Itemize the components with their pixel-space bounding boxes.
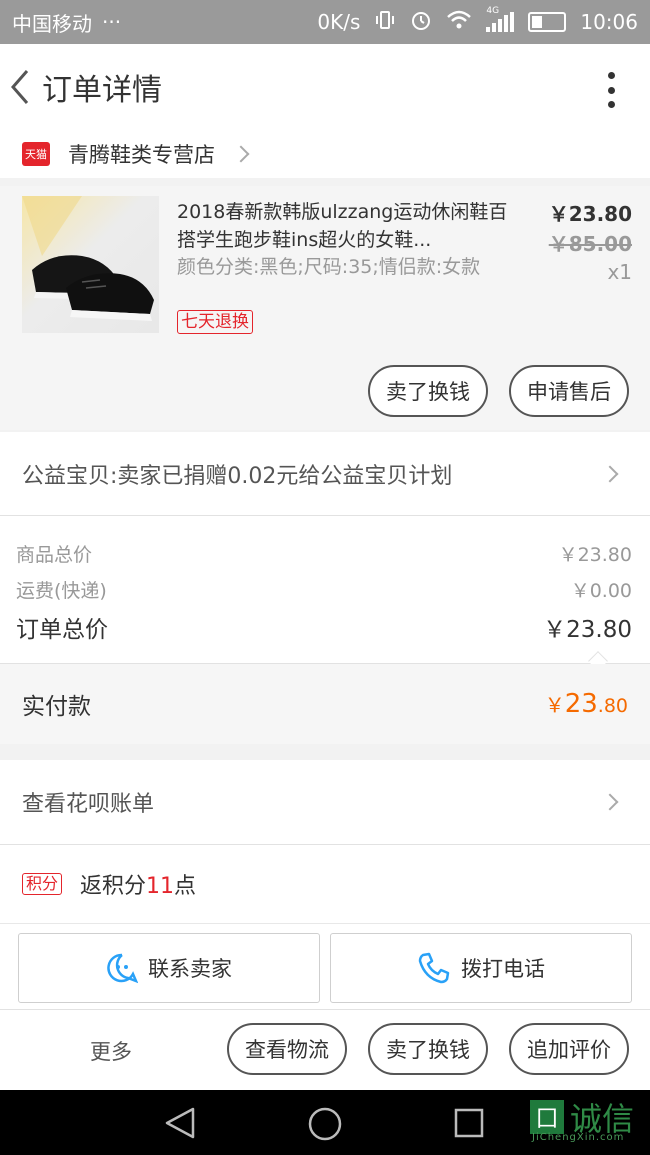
after-sales-button[interactable]: 申请售后 bbox=[509, 365, 629, 417]
notification-dots: ··· bbox=[102, 10, 122, 34]
wifi-icon bbox=[446, 9, 472, 36]
back-button[interactable] bbox=[0, 44, 40, 130]
tmall-logo: 天猫 bbox=[22, 142, 50, 166]
paid-integer: 23 bbox=[564, 689, 598, 719]
return-policy-badge: 七天退换 bbox=[177, 310, 253, 334]
status-bar: 中国移动 ··· 0K/s 4G 10:06 bbox=[0, 0, 650, 44]
page-title: 订单详情 bbox=[42, 73, 162, 108]
action-bar: 更多 查看物流 卖了换钱 追加评价 bbox=[0, 1009, 650, 1090]
view-logistics-button[interactable]: 查看物流 bbox=[227, 1023, 347, 1075]
alarm-icon bbox=[410, 9, 432, 36]
resell-button[interactable]: 卖了换钱 bbox=[368, 365, 488, 417]
chat-bubble-icon bbox=[107, 953, 138, 984]
product-sku: 颜色分类:黑色;尺码:35;情侣款:女款 bbox=[177, 256, 481, 278]
contact-seller-button[interactable]: 联系卖家 bbox=[18, 933, 320, 1003]
resell-bottom-button[interactable]: 卖了换钱 bbox=[368, 1023, 488, 1075]
chevron-right-icon bbox=[601, 465, 619, 483]
points-suffix: 点 bbox=[174, 874, 197, 899]
shipping-label: 运费(快递) bbox=[16, 580, 107, 602]
more-options-icon[interactable] bbox=[606, 72, 616, 108]
network-speed: 0K/s bbox=[317, 10, 361, 34]
chevron-right-icon bbox=[232, 145, 250, 163]
paid-amount-row: 实付款 ￥23.80 bbox=[0, 664, 650, 744]
store-name: 青腾鞋类专营店 bbox=[68, 143, 215, 167]
points-text: 返积分11点 bbox=[80, 868, 196, 900]
points-row: 积分 返积分11点 bbox=[0, 845, 650, 923]
paid-amount: ￥23.80 bbox=[545, 689, 628, 719]
points-number: 11 bbox=[146, 874, 175, 899]
vibrate-icon bbox=[374, 9, 396, 36]
watermark-subtext: JiChengXin.com bbox=[532, 1132, 625, 1143]
product-title[interactable]: 2018春新款韩版ulzzang运动休闲鞋百搭学生跑步鞋ins超火的女鞋... bbox=[177, 198, 512, 254]
nav-recents-icon[interactable] bbox=[453, 1107, 485, 1139]
shipping-value: ￥0.00 bbox=[570, 580, 632, 602]
paid-decimal: .80 bbox=[597, 695, 628, 717]
paid-currency: ￥ bbox=[544, 693, 565, 717]
points-prefix: 返积分 bbox=[80, 874, 147, 899]
huabei-text: 查看花呗账单 bbox=[22, 792, 155, 817]
order-total-label: 订单总价 bbox=[16, 617, 108, 643]
subtotal-row: 商品总价 ￥23.80 bbox=[16, 540, 632, 567]
product-quantity: x1 bbox=[607, 260, 632, 284]
charity-text: 公益宝贝:卖家已捐赠0.02元给公益宝贝计划 bbox=[22, 463, 453, 489]
watermark-square: 囗 bbox=[530, 1100, 564, 1134]
nav-back-icon[interactable] bbox=[163, 1106, 197, 1140]
phone-icon bbox=[418, 952, 450, 984]
subtotal-label: 商品总价 bbox=[16, 544, 93, 566]
app-header: 订单详情 bbox=[0, 44, 650, 130]
charity-row[interactable]: 公益宝贝:卖家已捐赠0.02元给公益宝贝计划 bbox=[0, 432, 650, 516]
signal-icon: 4G bbox=[486, 6, 515, 32]
points-badge: 积分 bbox=[22, 873, 63, 895]
order-total-value: ￥23.80 bbox=[543, 617, 632, 643]
carrier-label: 中国移动 bbox=[12, 11, 92, 36]
product-image[interactable] bbox=[22, 196, 159, 333]
contact-seller-label: 联系卖家 bbox=[148, 957, 232, 981]
paid-label: 实付款 bbox=[22, 694, 91, 720]
shipping-row: 运费(快递) ￥0.00 bbox=[16, 576, 632, 603]
price-summary: 商品总价 ￥23.80 运费(快递) ￥0.00 订单总价 ￥23.80 bbox=[0, 516, 650, 664]
call-phone-label: 拨打电话 bbox=[461, 957, 545, 981]
battery-icon bbox=[528, 12, 567, 32]
store-row[interactable]: 天猫 青腾鞋类专营店 bbox=[0, 130, 650, 178]
add-review-button[interactable]: 追加评价 bbox=[509, 1023, 629, 1075]
product-card: 2018春新款韩版ulzzang运动休闲鞋百搭学生跑步鞋ins超火的女鞋... … bbox=[0, 186, 650, 430]
chevron-left-icon bbox=[11, 70, 29, 104]
contact-bar: 联系卖家 拨打电话 bbox=[0, 923, 650, 1009]
network-type: 4G bbox=[486, 6, 500, 16]
product-price: ￥23.80 bbox=[548, 202, 632, 226]
subtotal-value: ￥23.80 bbox=[558, 544, 632, 566]
order-total-row: 订单总价 ￥23.80 bbox=[16, 610, 632, 644]
nav-home-icon[interactable] bbox=[307, 1106, 343, 1142]
call-phone-button[interactable]: 拨打电话 bbox=[330, 933, 632, 1003]
more-button[interactable]: 更多 bbox=[90, 1036, 132, 1066]
huabei-bill-row[interactable]: 查看花呗账单 bbox=[0, 760, 650, 845]
clock: 10:06 bbox=[580, 10, 638, 34]
original-price: ￥85.00 bbox=[548, 232, 632, 256]
system-nav-bar: 囗 诚信 JiChengXin.com bbox=[0, 1090, 650, 1155]
chevron-right-icon bbox=[601, 793, 619, 811]
